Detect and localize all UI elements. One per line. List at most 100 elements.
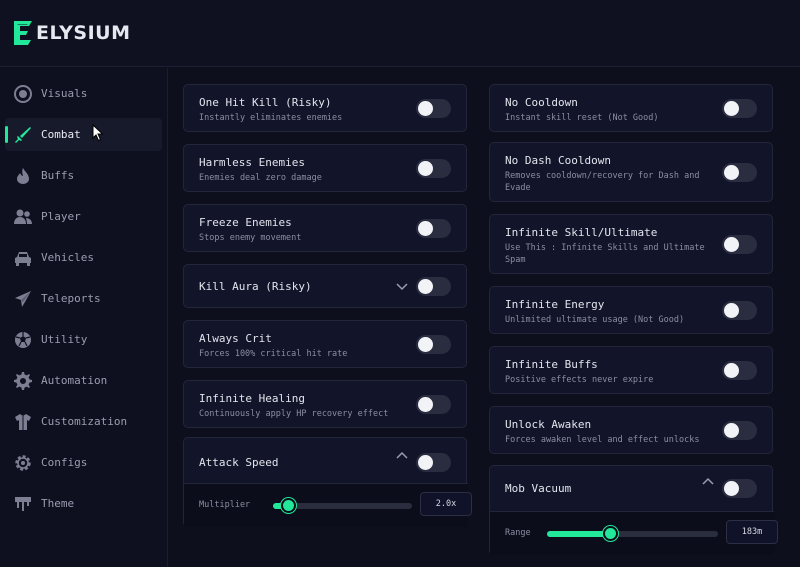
card-title: Unlock Awaken: [505, 418, 592, 431]
chevron-down-icon[interactable]: [396, 283, 408, 291]
sword-icon: [13, 125, 33, 145]
ball-icon: [13, 330, 33, 350]
sidebar-item-label: Player: [41, 210, 81, 223]
no-cooldown-card: No Cooldown Instant skill reset (Not Goo…: [489, 84, 773, 132]
card-description: Forces 100% critical hit rate: [199, 349, 348, 359]
sidebar-item-label: Utility: [41, 333, 88, 346]
freeze-enemies-card: Freeze Enemies Stops enemy movement: [183, 204, 467, 252]
kill-aura-card: Kill Aura (Risky): [183, 264, 467, 308]
kill-aura-toggle[interactable]: [416, 277, 451, 296]
eye-icon: [13, 84, 33, 104]
sidebar-item-label: Vehicles: [41, 251, 94, 264]
chevron-up-icon[interactable]: [702, 477, 714, 485]
card-title: Infinite Skill/Ultimate: [505, 226, 658, 239]
app-header: ELYSIUM: [0, 0, 800, 67]
card-title: No Cooldown: [505, 96, 578, 109]
no-dash-cooldown-toggle[interactable]: [722, 163, 757, 182]
card-title: Infinite Energy: [505, 298, 605, 311]
sidebar-item-buffs[interactable]: Buffs: [5, 159, 162, 192]
slider-fill: [547, 531, 611, 537]
sidebar-item-label: Customization: [41, 415, 128, 428]
attack-speed-toggle[interactable]: [416, 453, 451, 472]
sidebar-item-visuals[interactable]: Visuals: [5, 77, 162, 110]
card-title: One Hit Kill (Risky): [199, 96, 332, 109]
mob-vacuum-value[interactable]: 183m: [726, 520, 778, 544]
mob-vacuum-card: Mob Vacuum Range 183m: [489, 465, 778, 555]
paint-drip-icon: [13, 494, 33, 514]
card-title: Always Crit: [199, 332, 272, 345]
sidebar-item-teleports[interactable]: Teleports: [5, 282, 162, 315]
sidebar-item-automation[interactable]: Automation: [5, 364, 162, 397]
card-description: Removes cooldown/recovery for Dash and E…: [505, 171, 700, 193]
card-title: Mob Vacuum: [505, 482, 572, 495]
sidebar-item-player[interactable]: Player: [5, 200, 162, 233]
app-title: ELYSIUM: [36, 22, 131, 44]
card-title: Infinite Buffs: [505, 358, 598, 371]
infinite-healing-card: Infinite Healing Continuously apply HP r…: [183, 380, 467, 428]
mob-vacuum-slider-panel: Range 183m: [490, 511, 778, 555]
users-icon: [13, 207, 33, 227]
sidebar-item-configs[interactable]: Configs: [5, 446, 162, 479]
sidebar-item-vehicles[interactable]: Vehicles: [5, 241, 162, 274]
card-description: Unlimited ultimate usage (Not Good): [505, 315, 685, 325]
slider-knob[interactable]: [603, 526, 619, 541]
sidebar-item-label: Teleports: [41, 292, 101, 305]
sidebar-item-customization[interactable]: Customization: [5, 405, 162, 438]
one-hit-kill-toggle[interactable]: [416, 99, 451, 118]
chevron-up-icon[interactable]: [396, 451, 408, 459]
combat-panel: One Hit Kill (Risky) Instantly eliminate…: [169, 68, 800, 567]
no-cooldown-toggle[interactable]: [722, 99, 757, 118]
sidebar-item-label: Buffs: [41, 169, 75, 182]
card-description: Forces awaken level and effect unlocks: [505, 435, 700, 445]
mob-vacuum-toggle[interactable]: [722, 479, 757, 498]
sidebar-item-label: Visuals: [41, 87, 88, 100]
sidebar-item-label: Configs: [41, 456, 88, 469]
no-dash-cooldown-card: No Dash Cooldown Removes cooldown/recove…: [489, 142, 773, 202]
sidebar: Visuals Combat Buffs Player Vehicles Tel…: [0, 68, 168, 567]
card-title: Kill Aura (Risky): [199, 280, 312, 293]
card-description: Continuously apply HP recovery effect: [199, 409, 389, 419]
sidebar-item-combat[interactable]: Combat: [5, 118, 162, 151]
sidebar-item-utility[interactable]: Utility: [5, 323, 162, 356]
infinite-energy-toggle[interactable]: [722, 301, 757, 320]
unlock-awaken-card: Unlock Awaken Forces awaken level and ef…: [489, 406, 773, 454]
sidebar-item-label: Theme: [41, 497, 75, 510]
cog-icon: [13, 453, 33, 473]
sidebar-item-label: Automation: [41, 374, 108, 387]
infinite-energy-card: Infinite Energy Unlimited ultimate usage…: [489, 286, 773, 334]
one-hit-kill-card: One Hit Kill (Risky) Instantly eliminate…: [183, 84, 467, 132]
card-title: Attack Speed: [199, 456, 279, 469]
slider-knob[interactable]: [281, 498, 297, 513]
card-description: Enemies deal zero damage: [199, 173, 322, 183]
unlock-awaken-toggle[interactable]: [722, 421, 757, 440]
mouse-cursor-icon: [92, 124, 104, 142]
card-title: Harmless Enemies: [199, 156, 305, 169]
infinite-buffs-card: Infinite Buffs Positive effects never ex…: [489, 346, 773, 394]
attack-speed-slider-panel: Multiplier 2.0x: [184, 483, 472, 527]
always-crit-toggle[interactable]: [416, 335, 451, 354]
card-description: Stops enemy movement: [199, 233, 302, 243]
infinite-buffs-toggle[interactable]: [722, 361, 757, 380]
shirt-icon: [13, 412, 33, 432]
paper-plane-icon: [13, 289, 33, 309]
flame-icon: [13, 166, 33, 186]
freeze-enemies-toggle[interactable]: [416, 219, 451, 238]
mob-vacuum-slider[interactable]: [547, 526, 718, 541]
sidebar-item-theme[interactable]: Theme: [5, 487, 162, 520]
infinite-skill-toggle[interactable]: [722, 235, 757, 254]
harmless-enemies-toggle[interactable]: [416, 159, 451, 178]
car-icon: [13, 248, 33, 268]
logo-icon: [14, 21, 32, 45]
card-title: No Dash Cooldown: [505, 154, 611, 167]
attack-speed-slider[interactable]: [273, 498, 412, 513]
attack-speed-value[interactable]: 2.0x: [420, 492, 472, 516]
card-title: Freeze Enemies: [199, 216, 292, 229]
gear-icon: [13, 371, 33, 391]
card-description: Instant skill reset (Not Good): [505, 113, 659, 123]
attack-speed-card: Attack Speed Multiplier 2.0x: [183, 437, 472, 527]
card-description: Use This : Infinite Skills and Ultimate …: [505, 243, 705, 265]
slider-label: Multiplier: [199, 500, 251, 510]
sidebar-item-label: Combat: [41, 128, 81, 141]
infinite-healing-toggle[interactable]: [416, 395, 451, 414]
infinite-skill-card: Infinite Skill/Ultimate Use This : Infin…: [489, 214, 773, 274]
